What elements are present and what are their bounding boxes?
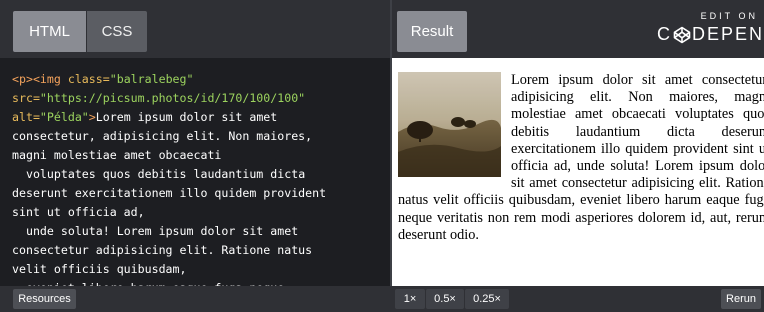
brand-right: DEPEN	[691, 24, 764, 44]
tab-css[interactable]: CSS	[87, 11, 147, 52]
code-token: <p><img	[12, 72, 68, 86]
tab-html[interactable]: HTML	[13, 11, 86, 52]
codepen-cube-icon	[673, 26, 691, 43]
code-token: "balralebeg"	[109, 72, 194, 86]
zoom-1x-button[interactable]: 1×	[395, 289, 425, 309]
code-token: "https://picsum.photos/id/170/100/100"	[39, 91, 306, 105]
code-token: class=	[67, 72, 110, 86]
code-token: alt=	[12, 110, 40, 124]
result-preview: Lorem ipsum dolor sit amet consectetur, …	[392, 58, 764, 286]
example-photo	[398, 72, 501, 177]
codepen-wordmark: C DEPEN	[657, 24, 764, 45]
edit-on-label: EDIT ON	[700, 11, 758, 21]
zoom-0-5x-button[interactable]: 0.5×	[426, 289, 464, 309]
rerun-button[interactable]: Rerun	[721, 289, 761, 309]
code-token: src=	[12, 91, 40, 105]
editor-pane: HTML CSS <p><img class="balralebeg" src=…	[0, 0, 390, 312]
editor-tabbar: HTML CSS	[0, 0, 390, 58]
resources-button[interactable]: Resources	[13, 289, 76, 309]
zoom-0-25x-button[interactable]: 0.25×	[465, 289, 509, 309]
html-code-editor[interactable]: <p><img class="balralebeg" src="https://…	[0, 58, 390, 286]
codepen-logo[interactable]: EDIT ON C DEPEN	[644, 9, 764, 49]
brand-left: C	[656, 24, 672, 44]
code-text: <p><img class="balralebeg" src="https://…	[12, 70, 382, 286]
code-token: Lorem ipsum dolor sit amet consectetur, …	[12, 110, 327, 286]
result-header: Result EDIT ON C DEPEN	[392, 0, 764, 58]
code-token: >	[88, 110, 96, 124]
bottom-bar: Resources 1× 0.5× 0.25× Rerun	[0, 286, 764, 312]
tab-result[interactable]: Result	[397, 11, 467, 52]
code-token: "Példa"	[39, 110, 89, 124]
preview-paragraph: Lorem ipsum dolor sit amet consectetur, …	[398, 72, 764, 244]
